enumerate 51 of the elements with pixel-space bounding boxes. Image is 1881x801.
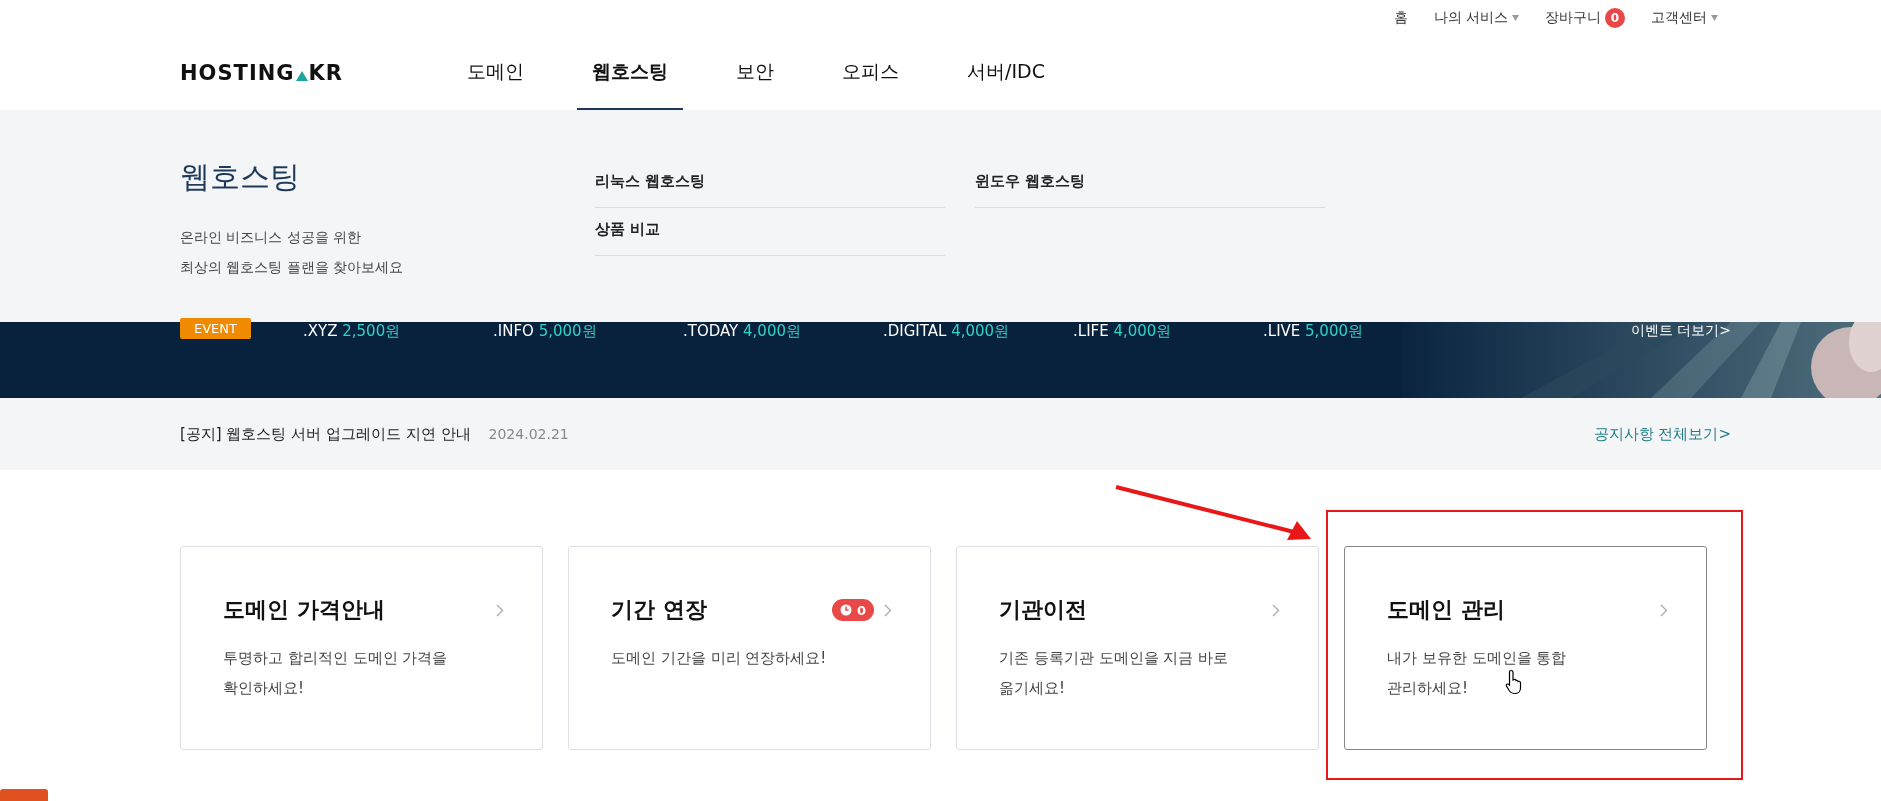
- domain-price: .LIFE 4,000원: [1073, 322, 1173, 341]
- count-badge: 0: [1605, 8, 1625, 28]
- chevron-right-icon: [1660, 603, 1668, 617]
- notice-link[interactable]: [공지] 웹호스팅 서버 업그레이드 지연 안내: [180, 424, 471, 444]
- card-title: 기관이전: [999, 596, 1088, 624]
- nav-tab[interactable]: 서버/IDC: [952, 36, 1060, 110]
- menu-description: 최상의 웹호스팅 플랜을 찾아보세요: [180, 258, 405, 277]
- utility-link[interactable]: 나의 서비스: [1433, 9, 1519, 27]
- utility-link[interactable]: 장바구니 0: [1545, 8, 1625, 28]
- timer-badge: 0: [831, 599, 874, 621]
- menu-link[interactable]: 상품 비교: [595, 208, 945, 256]
- card-description: 확인하세요!: [223, 678, 304, 699]
- card-description: 도메인 기간을 미리 연장하세요!: [611, 648, 827, 669]
- domain-price: .LIVE 5,000원: [1263, 322, 1364, 341]
- nav-tab[interactable]: 도메인: [452, 36, 539, 110]
- chevron-right-icon: [1272, 603, 1280, 617]
- all-notices-link[interactable]: 공지사항 전체보기>: [1593, 424, 1731, 444]
- chevron-right-icon: [496, 603, 504, 617]
- card-description: 기존 등록기관 도메인을 지금 바로: [999, 648, 1229, 669]
- logo-text: KR: [308, 61, 343, 85]
- caret-icon: [1711, 15, 1718, 21]
- utility-link[interactable]: 홈: [1393, 9, 1408, 27]
- menu-title: 웹호스팅: [180, 158, 301, 196]
- card-title: 기간 연장: [611, 596, 708, 624]
- chevron-right-icon: [884, 603, 892, 617]
- service-card[interactable]: 도메인 가격안내 투명하고 합리적인 도메인 가격을 확인하세요!: [180, 546, 543, 750]
- domain-price: .INFO 5,000원: [493, 322, 598, 341]
- card-description: 옮기세요!: [999, 678, 1065, 699]
- nav-tab[interactable]: 보안: [721, 36, 789, 110]
- card-description: 관리하세요!: [1387, 678, 1468, 699]
- card-description: 투명하고 합리적인 도메인 가격을: [223, 648, 448, 669]
- utility-link[interactable]: 고객센터: [1651, 9, 1718, 27]
- notice-date: 2024.02.21: [488, 426, 569, 442]
- menu-link[interactable]: 리눅스 웹호스팅: [595, 160, 945, 208]
- domain-price: .TODAY 4,000원: [683, 322, 802, 341]
- more-events-link[interactable]: 이벤트 더보기>: [1630, 322, 1731, 340]
- logo-text: HOSTING: [180, 61, 295, 85]
- card-title: 도메인 관리: [1387, 596, 1506, 624]
- nav-tab[interactable]: 오피스: [827, 36, 914, 110]
- menu-link[interactable]: 윈도우 웹호스팅: [975, 160, 1325, 208]
- caret-icon: [1512, 15, 1519, 21]
- event-badge: EVENT: [180, 318, 251, 339]
- domain-price: .XYZ 2,500원: [303, 322, 402, 341]
- domain-price: .DIGITAL 4,000원: [883, 322, 1011, 341]
- service-card[interactable]: 도메인 관리 내가 보유한 도메인을 통합 관리하세요!: [1344, 546, 1707, 750]
- service-card[interactable]: 기간 연장 0 도메인 기간을 미리 연장하세요!: [568, 546, 931, 750]
- triangle-icon: [295, 71, 308, 81]
- card-description: 내가 보유한 도메인을 통합: [1387, 648, 1567, 669]
- card-title: 도메인 가격안내: [223, 596, 386, 624]
- service-card[interactable]: 기관이전 기존 등록기관 도메인을 지금 바로 옮기세요!: [956, 546, 1319, 750]
- menu-description: 온라인 비즈니스 성공을 위한: [180, 228, 363, 247]
